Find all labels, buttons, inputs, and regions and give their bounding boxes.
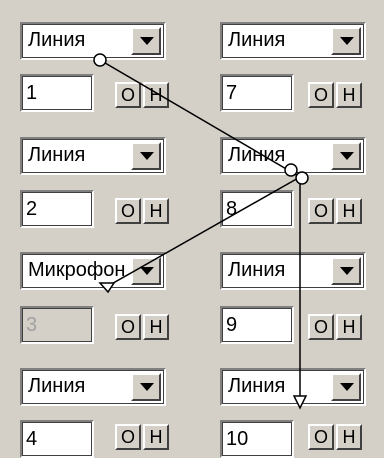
triangle-down-icon <box>340 152 354 160</box>
source-select-1-value: Линия <box>28 29 86 51</box>
oh-buttons-3: О Н <box>115 314 169 340</box>
source-select-9-value: Линия <box>228 259 286 281</box>
source-select-7[interactable]: Линия <box>220 22 366 60</box>
source-select-1[interactable]: Линия <box>20 22 166 60</box>
oh-buttons-9: О Н <box>308 314 362 340</box>
channel-number-field-8[interactable]: 8 <box>220 190 294 228</box>
dropdown-button[interactable] <box>131 373 161 401</box>
h-button-3[interactable]: Н <box>143 314 169 340</box>
triangle-down-icon <box>340 383 354 391</box>
channel-number-field-1[interactable]: 1 <box>20 74 94 112</box>
oh-buttons-4: О Н <box>115 424 169 450</box>
o-button-3[interactable]: О <box>115 314 141 340</box>
channel-number-field-9[interactable]: 9 <box>220 306 294 344</box>
o-button-8[interactable]: О <box>308 198 334 224</box>
triangle-down-icon <box>140 37 154 45</box>
channel-number-field-2[interactable]: 2 <box>20 190 94 228</box>
o-button-9[interactable]: О <box>308 314 334 340</box>
h-button-4[interactable]: Н <box>143 424 169 450</box>
oh-buttons-1: О Н <box>115 82 169 108</box>
h-button-7[interactable]: Н <box>336 82 362 108</box>
dropdown-button[interactable] <box>331 27 361 55</box>
triangle-down-icon <box>340 37 354 45</box>
source-select-9[interactable]: Линия <box>220 252 366 290</box>
oh-buttons-2: О Н <box>115 198 169 224</box>
source-select-3[interactable]: Микрофон <box>20 252 166 290</box>
triangle-down-icon <box>140 267 154 275</box>
source-select-2-value: Линия <box>28 144 86 166</box>
source-select-10-value: Линия <box>228 375 286 397</box>
source-select-7-value: Линия <box>228 29 286 51</box>
triangle-down-icon <box>340 267 354 275</box>
oh-buttons-10: О Н <box>308 424 362 450</box>
source-select-8-value: Линия <box>228 144 286 166</box>
source-select-4-value: Линия <box>28 375 86 397</box>
h-button-2[interactable]: Н <box>143 198 169 224</box>
source-select-2[interactable]: Линия <box>20 137 166 175</box>
o-button-4[interactable]: О <box>115 424 141 450</box>
dropdown-button[interactable] <box>131 257 161 285</box>
h-button-8[interactable]: Н <box>336 198 362 224</box>
o-button-7[interactable]: О <box>308 82 334 108</box>
oh-buttons-7: О Н <box>308 82 362 108</box>
dropdown-button[interactable] <box>331 257 361 285</box>
h-button-1[interactable]: Н <box>143 82 169 108</box>
dropdown-button[interactable] <box>331 373 361 401</box>
channel-number-field-3: 3 <box>20 306 94 344</box>
source-select-8[interactable]: Линия <box>220 137 366 175</box>
source-select-4[interactable]: Линия <box>20 368 166 406</box>
channel-number-field-7[interactable]: 7 <box>220 74 294 112</box>
h-button-10[interactable]: Н <box>336 424 362 450</box>
triangle-down-icon <box>140 383 154 391</box>
o-button-2[interactable]: О <box>115 198 141 224</box>
source-select-3-value: Микрофон <box>28 259 126 281</box>
dropdown-button[interactable] <box>331 142 361 170</box>
triangle-down-icon <box>140 152 154 160</box>
channel-number-field-4[interactable]: 4 <box>20 420 94 458</box>
channel-number-field-10[interactable]: 10 <box>220 420 294 458</box>
oh-buttons-8: О Н <box>308 198 362 224</box>
dropdown-button[interactable] <box>131 27 161 55</box>
o-button-1[interactable]: О <box>115 82 141 108</box>
h-button-9[interactable]: Н <box>336 314 362 340</box>
o-button-10[interactable]: О <box>308 424 334 450</box>
source-select-10[interactable]: Линия <box>220 368 366 406</box>
dropdown-button[interactable] <box>131 142 161 170</box>
